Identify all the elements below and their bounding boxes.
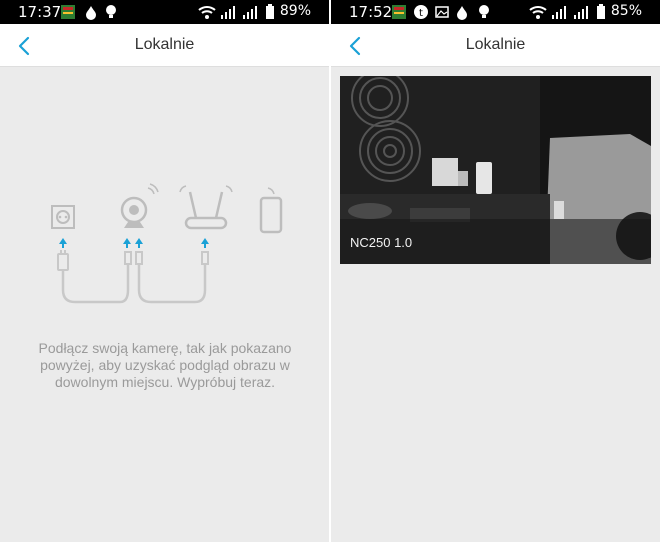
- drop-icon: [86, 6, 96, 20]
- app-notification-icon: [392, 5, 406, 19]
- status-time: 17:37: [18, 3, 62, 21]
- signal-icon-2: [574, 6, 588, 19]
- plug-icons: [57, 250, 209, 271]
- battery-icon: [266, 4, 274, 19]
- page-title: Lokalnie: [134, 36, 195, 53]
- app-bar: Lokalnie: [0, 24, 329, 67]
- camera-label-bar: NC250 1.0: [340, 219, 651, 264]
- smartphone-icon: [259, 187, 283, 234]
- signal-icon-2: [243, 6, 257, 19]
- left-screen: 17:37 89% Lokalnie Podłącz swoją kamerę,…: [0, 0, 329, 542]
- signal-icon: [221, 6, 235, 19]
- router-icon: [179, 185, 233, 230]
- status-time: 17:52: [349, 3, 393, 21]
- connection-diagram: [51, 183, 283, 304]
- camera-device-icon: [120, 183, 159, 228]
- setup-hint-text: Podłącz swoją kamerę, tak jak pokazano p…: [38, 340, 292, 390]
- status-bar: 17:37 89%: [0, 0, 329, 24]
- svg-text:t: t: [419, 8, 423, 19]
- app-notification-icon: [61, 5, 75, 19]
- signal-icon: [552, 6, 566, 19]
- power-outlet-icon: [51, 205, 75, 229]
- wifi-icon: [529, 6, 547, 19]
- battery-icon: [597, 4, 605, 19]
- app-bar: Lokalnie: [331, 24, 660, 67]
- page-title: Lokalnie: [465, 36, 526, 53]
- drop-icon: [457, 6, 467, 20]
- battery-percent: 89%: [279, 3, 311, 19]
- wifi-icon: [198, 6, 216, 19]
- cable-lines: [61, 264, 207, 304]
- right-screen: 17:52 t 85% Lokalnie NC250 1.0: [331, 0, 660, 542]
- camera-preview-card[interactable]: NC250 1.0: [340, 76, 651, 264]
- tumblr-icon: t: [414, 5, 428, 19]
- status-bar: 17:52 t 85%: [331, 0, 660, 24]
- bulb-icon: [479, 5, 489, 18]
- image-icon: [435, 6, 449, 18]
- camera-name: NC250 1.0: [350, 235, 413, 250]
- arrow-up-icon: [59, 238, 209, 248]
- battery-percent: 85%: [610, 3, 642, 19]
- bulb-icon: [106, 5, 116, 18]
